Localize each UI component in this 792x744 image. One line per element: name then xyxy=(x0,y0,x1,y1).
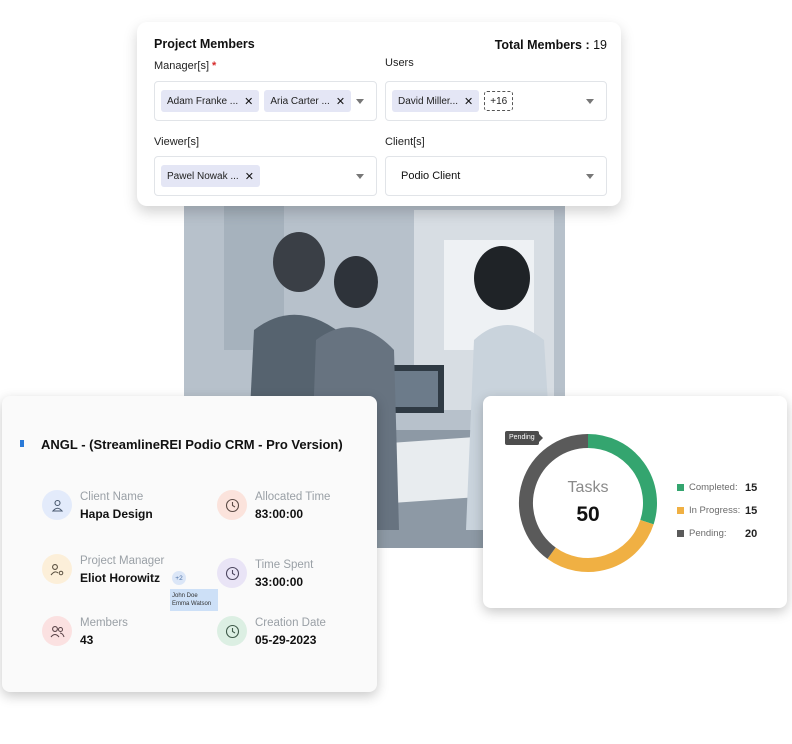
manager-chip-label: Adam Franke ... xyxy=(167,95,239,107)
required-mark: * xyxy=(212,60,217,72)
legend-item[interactable]: Completed: 15 xyxy=(677,476,757,499)
user-icon xyxy=(42,490,72,520)
chevron-down-icon[interactable] xyxy=(356,174,364,179)
legend-value: 20 xyxy=(745,527,758,540)
managers-label: Manager[s] * xyxy=(154,60,216,72)
client-name-value: Hapa Design xyxy=(80,507,153,521)
project-manager-label: Project Manager xyxy=(80,555,165,567)
total-members: Total Members : 19 xyxy=(495,38,607,52)
project-manager-value: Eliot Horowitz xyxy=(80,571,160,585)
clock-icon xyxy=(217,616,247,646)
user-chip-label: David Miller... xyxy=(398,95,459,107)
legend-item[interactable]: Pending: 20 xyxy=(677,522,757,545)
chevron-down-icon[interactable] xyxy=(356,99,364,104)
project-title: ANGL - (StreamlineREI Podio CRM - Pro Ve… xyxy=(41,437,343,452)
project-manager-item: Project Manager Eliot Horowitz xyxy=(42,554,164,588)
viewers-select[interactable]: Pawel Nowak ... ✕ xyxy=(154,156,377,196)
remove-chip-icon[interactable]: ✕ xyxy=(336,95,345,108)
manager-chip-label: Aria Carter ... xyxy=(270,95,330,107)
legend-swatch xyxy=(677,507,684,514)
tasks-title: Tasks xyxy=(567,479,609,496)
user-gear-icon xyxy=(42,554,72,584)
allocated-time-label: Allocated Time xyxy=(255,491,331,503)
chevron-down-icon[interactable] xyxy=(586,174,594,179)
clock-icon xyxy=(217,490,247,520)
legend-label: Pending: xyxy=(689,528,727,539)
remove-chip-icon[interactable]: ✕ xyxy=(244,95,253,108)
project-marker xyxy=(20,440,24,447)
tasks-card: Tasks 50 Pending Completed: 15 In Progress… xyxy=(483,396,787,608)
clients-select[interactable]: Podio Client xyxy=(385,156,607,196)
more-users-chip[interactable]: +16 xyxy=(484,91,514,111)
tasks-total: 50 xyxy=(576,503,600,526)
creation-date-label: Creation Date xyxy=(255,617,326,629)
clock-icon xyxy=(217,558,247,588)
remove-chip-icon[interactable]: ✕ xyxy=(245,170,254,183)
allocated-time-value: 83:00:00 xyxy=(255,507,304,521)
legend-value: 15 xyxy=(745,481,758,494)
users-label: Users xyxy=(385,57,414,69)
creation-date-value: 05-29-2023 xyxy=(255,633,317,647)
members-label: Members xyxy=(80,617,128,629)
managers-label-text: Manager[s] xyxy=(154,60,210,72)
user-chip: David Miller... ✕ xyxy=(392,90,480,112)
client-name-item: Client Name Hapa Design xyxy=(42,490,153,524)
legend-value: 15 xyxy=(745,504,758,517)
pending-tooltip: Pending xyxy=(505,431,543,445)
users-select[interactable]: David Miller... ✕ +16 xyxy=(385,81,607,121)
extra-manager-name: John Doe xyxy=(172,593,198,599)
members-value: 43 xyxy=(80,633,94,647)
legend-swatch xyxy=(677,484,684,491)
time-spent-item: Time Spent 33:00:00 xyxy=(217,558,313,592)
users-icon xyxy=(42,616,72,646)
total-members-value: 19 xyxy=(593,38,607,52)
members-item: Members 43 xyxy=(42,616,128,650)
extra-managers-badge[interactable]: +2 xyxy=(172,571,186,585)
total-members-label: Total Members : xyxy=(494,38,590,52)
viewer-chip: Pawel Nowak ... ✕ xyxy=(161,165,260,187)
tasks-legend: Completed: 15 In Progress: 15 Pending: 20 xyxy=(677,476,757,545)
remove-chip-icon[interactable]: ✕ xyxy=(464,95,473,108)
viewer-chip-label: Pawel Nowak ... xyxy=(167,170,239,182)
extra-managers-tooltip: John Doe Emma Watson xyxy=(170,589,218,611)
project-info-card: ANGL - (StreamlineREI Podio CRM - Pro Ve… xyxy=(2,396,377,692)
time-spent-value: 33:00:00 xyxy=(255,575,304,589)
manager-chip: Aria Carter ... ✕ xyxy=(264,90,352,112)
legend-swatch xyxy=(677,530,684,537)
legend-label: Completed: xyxy=(689,482,738,493)
chevron-down-icon[interactable] xyxy=(586,99,594,104)
allocated-time-item: Allocated Time 83:00:00 xyxy=(217,490,330,524)
manager-chip: Adam Franke ... ✕ xyxy=(161,90,260,112)
time-spent-label: Time Spent xyxy=(255,559,314,571)
legend-label: In Progress: xyxy=(689,505,741,516)
viewers-label: Viewer[s] xyxy=(154,136,200,148)
creation-date-item: Creation Date 05-29-2023 xyxy=(217,616,326,650)
legend-item[interactable]: In Progress: 15 xyxy=(677,499,757,522)
members-title: Project Members xyxy=(154,37,255,51)
extra-manager-name: Emma Watson xyxy=(172,601,212,607)
clients-label: Client[s] xyxy=(385,136,425,148)
project-members-card: Project Members Total Members : 19 Manag… xyxy=(137,22,621,206)
clients-value: Podio Client xyxy=(401,170,461,182)
donut-center: Tasks 50 xyxy=(517,432,659,574)
client-name-label: Client Name xyxy=(80,491,144,503)
managers-select[interactable]: Adam Franke ... ✕ Aria Carter ... ✕ xyxy=(154,81,377,121)
